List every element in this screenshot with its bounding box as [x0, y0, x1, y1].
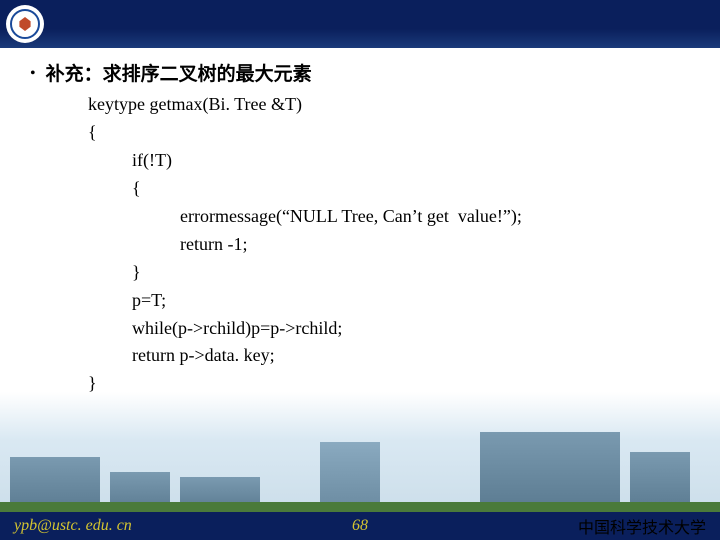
bullet-dot-icon: •	[30, 66, 36, 82]
code-line: errormessage(“NULL Tree, Can’t get value…	[180, 203, 690, 231]
code-line: if(!T)	[132, 147, 690, 175]
footer-page-number: 68	[352, 517, 368, 535]
code-line: return -1;	[180, 231, 690, 259]
code-line: {	[132, 175, 690, 203]
code-line: keytype getmax(Bi. Tree &T)	[88, 91, 690, 119]
bullet-title: 补充：求排序二叉树的最大元素	[46, 60, 312, 89]
code-line: return p->data. key;	[132, 342, 690, 370]
header-bar	[0, 0, 720, 48]
background-scene	[0, 392, 720, 512]
code-line: while(p->rchild)p=p->rchild;	[132, 315, 690, 343]
bullet-heading: • 补充：求排序二叉树的最大元素	[30, 60, 690, 89]
footer-organization: 中国科学技术大学	[578, 514, 706, 538]
code-line: }	[132, 259, 690, 287]
footer: ypb@ustc. edu. cn 68 中国科学技术大学	[0, 512, 720, 540]
code-line: {	[88, 119, 690, 147]
code-line: }	[88, 370, 690, 398]
footer-email: ypb@ustc. edu. cn	[14, 517, 132, 535]
code-block: keytype getmax(Bi. Tree &T) { if(!T) { e…	[88, 91, 690, 398]
code-line: p=T;	[132, 287, 690, 315]
slide-content: • 补充：求排序二叉树的最大元素 keytype getmax(Bi. Tree…	[0, 48, 720, 398]
ustc-logo-icon	[6, 5, 44, 43]
